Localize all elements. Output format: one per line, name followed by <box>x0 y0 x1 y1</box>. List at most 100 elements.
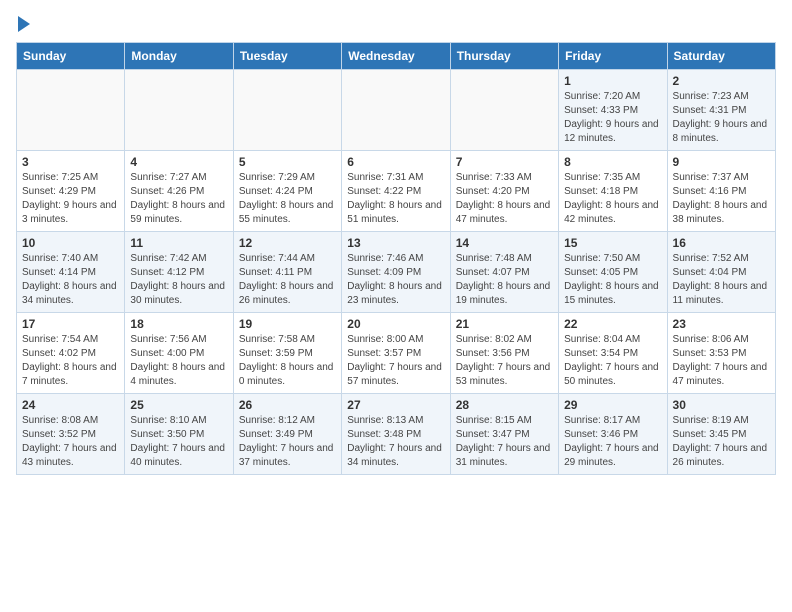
calendar-table: SundayMondayTuesdayWednesdayThursdayFrid… <box>16 42 776 475</box>
day-number: 16 <box>673 236 770 250</box>
calendar-week-row: 1 Sunrise: 7:20 AM Sunset: 4:33 PM Daylig… <box>17 70 776 151</box>
calendar-cell <box>17 70 125 151</box>
calendar-week-row: 24 Sunrise: 8:08 AM Sunset: 3:52 PM Dayli… <box>17 394 776 475</box>
day-info: Sunrise: 7:40 AM Sunset: 4:14 PM Dayligh… <box>22 252 119 308</box>
day-info: Sunrise: 8:12 AM Sunset: 3:49 PM Dayligh… <box>239 414 336 470</box>
calendar-cell: 4 Sunrise: 7:27 AM Sunset: 4:26 PM Daylig… <box>125 151 233 232</box>
day-number: 7 <box>456 155 553 169</box>
day-info: Sunrise: 8:13 AM Sunset: 3:48 PM Dayligh… <box>347 414 444 470</box>
day-number: 25 <box>130 398 227 412</box>
day-number: 28 <box>456 398 553 412</box>
day-info: Sunrise: 7:33 AM Sunset: 4:20 PM Dayligh… <box>456 171 553 227</box>
day-number: 1 <box>564 74 661 88</box>
calendar-cell: 22 Sunrise: 8:04 AM Sunset: 3:54 PM Dayli… <box>559 313 667 394</box>
calendar-cell: 3 Sunrise: 7:25 AM Sunset: 4:29 PM Daylig… <box>17 151 125 232</box>
calendar-cell: 16 Sunrise: 7:52 AM Sunset: 4:04 PM Dayli… <box>667 232 775 313</box>
day-number: 21 <box>456 317 553 331</box>
day-number: 3 <box>22 155 119 169</box>
calendar-cell: 18 Sunrise: 7:56 AM Sunset: 4:00 PM Dayli… <box>125 313 233 394</box>
day-info: Sunrise: 7:29 AM Sunset: 4:24 PM Dayligh… <box>239 171 336 227</box>
logo-triangle-icon <box>18 16 30 32</box>
day-number: 11 <box>130 236 227 250</box>
calendar-cell: 19 Sunrise: 7:58 AM Sunset: 3:59 PM Dayli… <box>233 313 341 394</box>
calendar-cell: 28 Sunrise: 8:15 AM Sunset: 3:47 PM Dayli… <box>450 394 558 475</box>
header-day-saturday: Saturday <box>667 43 775 70</box>
calendar-cell: 1 Sunrise: 7:20 AM Sunset: 4:33 PM Daylig… <box>559 70 667 151</box>
day-number: 17 <box>22 317 119 331</box>
header-day-sunday: Sunday <box>17 43 125 70</box>
day-info: Sunrise: 7:46 AM Sunset: 4:09 PM Dayligh… <box>347 252 444 308</box>
header <box>16 16 776 34</box>
day-number: 24 <box>22 398 119 412</box>
calendar-cell: 15Sunrise: 7:50 AM Sunset: 4:05 PM Dayli… <box>559 232 667 313</box>
calendar-cell <box>450 70 558 151</box>
calendar-cell: 13 Sunrise: 7:46 AM Sunset: 4:09 PM Dayli… <box>342 232 450 313</box>
calendar-cell: 30Sunrise: 8:19 AM Sunset: 3:45 PM Dayli… <box>667 394 775 475</box>
day-info: Sunrise: 7:58 AM Sunset: 3:59 PM Dayligh… <box>239 333 336 389</box>
day-number: 22 <box>564 317 661 331</box>
calendar-cell: 9 Sunrise: 7:37 AM Sunset: 4:16 PM Daylig… <box>667 151 775 232</box>
day-number: 12 <box>239 236 336 250</box>
day-info: Sunrise: 8:10 AM Sunset: 3:50 PM Dayligh… <box>130 414 227 470</box>
day-info: Sunrise: 7:20 AM Sunset: 4:33 PM Dayligh… <box>564 90 661 146</box>
day-info: Sunrise: 7:31 AM Sunset: 4:22 PM Dayligh… <box>347 171 444 227</box>
calendar-cell: 25 Sunrise: 8:10 AM Sunset: 3:50 PM Dayli… <box>125 394 233 475</box>
day-number: 9 <box>673 155 770 169</box>
day-info: Sunrise: 8:08 AM Sunset: 3:52 PM Dayligh… <box>22 414 119 470</box>
calendar-cell: 26 Sunrise: 8:12 AM Sunset: 3:49 PM Dayli… <box>233 394 341 475</box>
day-number: 19 <box>239 317 336 331</box>
day-info: Sunrise: 7:54 AM Sunset: 4:02 PM Dayligh… <box>22 333 119 389</box>
day-number: 14 <box>456 236 553 250</box>
header-day-thursday: Thursday <box>450 43 558 70</box>
day-info: Sunrise: 7:48 AM Sunset: 4:07 PM Dayligh… <box>456 252 553 308</box>
day-info: Sunrise: 8:02 AM Sunset: 3:56 PM Dayligh… <box>456 333 553 389</box>
day-info: Sunrise: 7:44 AM Sunset: 4:11 PM Dayligh… <box>239 252 336 308</box>
day-info: Sunrise: 7:50 AM Sunset: 4:05 PM Dayligh… <box>564 252 661 308</box>
day-number: 6 <box>347 155 444 169</box>
day-number: 5 <box>239 155 336 169</box>
header-day-tuesday: Tuesday <box>233 43 341 70</box>
calendar-cell <box>125 70 233 151</box>
day-number: 23 <box>673 317 770 331</box>
header-day-friday: Friday <box>559 43 667 70</box>
calendar-cell: 21 Sunrise: 8:02 AM Sunset: 3:56 PM Dayli… <box>450 313 558 394</box>
logo <box>16 16 30 34</box>
calendar-cell: 23 Sunrise: 8:06 AM Sunset: 3:53 PM Dayli… <box>667 313 775 394</box>
day-number: 10 <box>22 236 119 250</box>
calendar-week-row: 10 Sunrise: 7:40 AM Sunset: 4:14 PM Dayli… <box>17 232 776 313</box>
day-info: Sunrise: 7:27 AM Sunset: 4:26 PM Dayligh… <box>130 171 227 227</box>
day-number: 26 <box>239 398 336 412</box>
day-info: Sunrise: 7:37 AM Sunset: 4:16 PM Dayligh… <box>673 171 770 227</box>
day-info: Sunrise: 7:25 AM Sunset: 4:29 PM Dayligh… <box>22 171 119 227</box>
day-info: Sunrise: 8:15 AM Sunset: 3:47 PM Dayligh… <box>456 414 553 470</box>
calendar-cell: 11 Sunrise: 7:42 AM Sunset: 4:12 PM Dayli… <box>125 232 233 313</box>
calendar-cell <box>233 70 341 151</box>
day-number: 8 <box>564 155 661 169</box>
day-info: Sunrise: 7:52 AM Sunset: 4:04 PM Dayligh… <box>673 252 770 308</box>
calendar-cell: 14 Sunrise: 7:48 AM Sunset: 4:07 PM Dayli… <box>450 232 558 313</box>
day-number: 4 <box>130 155 227 169</box>
day-number: 30 <box>673 398 770 412</box>
calendar-cell <box>342 70 450 151</box>
day-number: 13 <box>347 236 444 250</box>
header-day-wednesday: Wednesday <box>342 43 450 70</box>
day-number: 27 <box>347 398 444 412</box>
day-number: 18 <box>130 317 227 331</box>
day-info: Sunrise: 8:04 AM Sunset: 3:54 PM Dayligh… <box>564 333 661 389</box>
calendar-cell: 7 Sunrise: 7:33 AM Sunset: 4:20 PM Daylig… <box>450 151 558 232</box>
calendar-cell: 5 Sunrise: 7:29 AM Sunset: 4:24 PM Daylig… <box>233 151 341 232</box>
calendar-cell: 2Sunrise: 7:23 AM Sunset: 4:31 PM Daylig… <box>667 70 775 151</box>
day-info: Sunrise: 7:42 AM Sunset: 4:12 PM Dayligh… <box>130 252 227 308</box>
day-number: 20 <box>347 317 444 331</box>
day-info: Sunrise: 7:35 AM Sunset: 4:18 PM Dayligh… <box>564 171 661 227</box>
calendar-week-row: 17 Sunrise: 7:54 AM Sunset: 4:02 PM Dayli… <box>17 313 776 394</box>
day-info: Sunrise: 8:17 AM Sunset: 3:46 PM Dayligh… <box>564 414 661 470</box>
day-number: 2 <box>673 74 770 88</box>
calendar-cell: 20 Sunrise: 8:00 AM Sunset: 3:57 PM Dayli… <box>342 313 450 394</box>
header-day-monday: Monday <box>125 43 233 70</box>
calendar-cell: 8 Sunrise: 7:35 AM Sunset: 4:18 PM Daylig… <box>559 151 667 232</box>
calendar-header-row: SundayMondayTuesdayWednesdayThursdayFrid… <box>17 43 776 70</box>
day-info: Sunrise: 8:00 AM Sunset: 3:57 PM Dayligh… <box>347 333 444 389</box>
day-info: Sunrise: 8:06 AM Sunset: 3:53 PM Dayligh… <box>673 333 770 389</box>
day-info: Sunrise: 7:56 AM Sunset: 4:00 PM Dayligh… <box>130 333 227 389</box>
